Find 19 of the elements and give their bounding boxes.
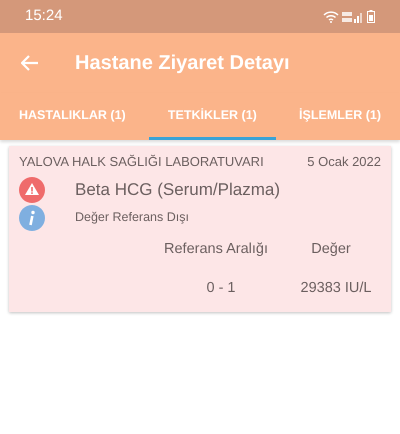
range-cell-text: 0 - 1 (205, 279, 236, 298)
battery-icon (367, 10, 375, 23)
tab[interactable]: HASTALIKLAR (1) (0, 93, 145, 140)
wifi-icon (323, 10, 339, 22)
column-header: Değer (310, 240, 352, 258)
result-date: 5 Ocak 2022 (307, 153, 381, 171)
screen-title: Hastane Ziyaret Detayı (75, 51, 290, 76)
lab-name: YALOVA HALK SAĞLIĞI LABORATUVARI (19, 153, 264, 171)
info-icon (19, 204, 45, 230)
result-note: Değer Referans Dışı (75, 209, 189, 226)
status-time: 15:24 (25, 6, 63, 26)
signal-icon (342, 10, 364, 22)
back-arrow-icon (21, 55, 39, 71)
value-cell-text: 29383 IU/L (300, 279, 372, 298)
test-name: Beta HCG (Serum/Plazma) (75, 178, 280, 201)
tab[interactable]: TETKİKLER (1) (148, 93, 276, 140)
column-header: Referans Aralığı (163, 240, 269, 258)
tab[interactable]: İŞLEMLER (1) (280, 93, 400, 140)
result-card[interactable]: YALOVA HALK SAĞLIĞI LABORATUVARI 5 Ocak 2022 Beta HCG (Serum/Plazma) Değer Referans Dışı Referans Aralığı Değer 0 - 1 29383 IU/L (9, 146, 391, 312)
